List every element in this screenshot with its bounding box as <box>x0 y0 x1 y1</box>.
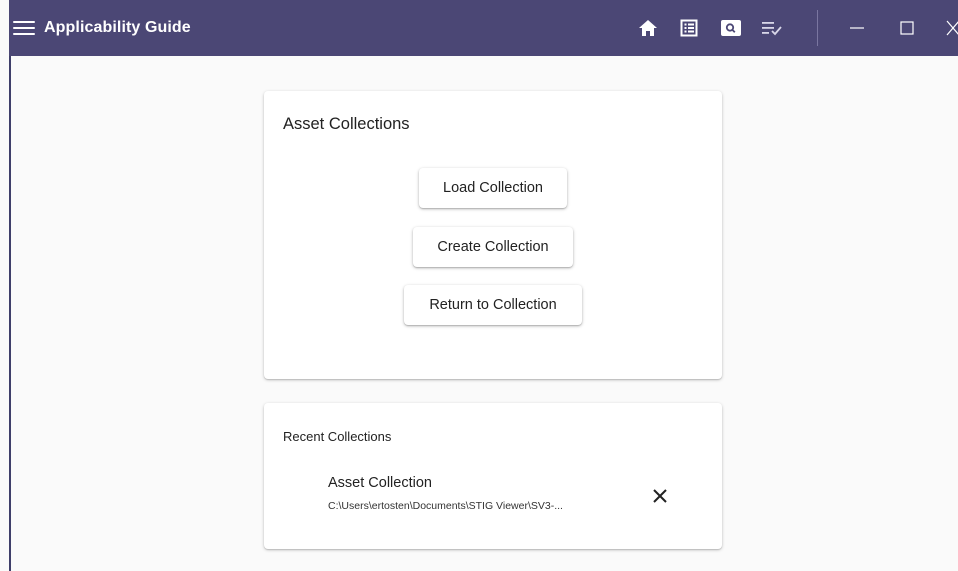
recent-collections-card: Recent Collections Asset Collection C:\U… <box>264 403 722 549</box>
asset-collections-card: Asset Collections Load Collection Create… <box>264 91 722 379</box>
toolbar-divider <box>817 10 818 46</box>
recent-collections-title: Recent Collections <box>283 429 392 444</box>
home-icon[interactable] <box>636 16 660 40</box>
app-bar: Applicability Guide <box>9 0 958 56</box>
return-to-collection-button[interactable]: Return to Collection <box>404 285 582 325</box>
recent-collection-path[interactable]: C:\Users\ertosten\Documents\STIG Viewer\… <box>328 500 563 512</box>
recent-collection-name[interactable]: Asset Collection <box>328 475 432 491</box>
maximize-icon[interactable] <box>895 16 919 40</box>
asset-collections-title: Asset Collections <box>283 115 410 133</box>
create-collection-button[interactable]: Create Collection <box>413 227 573 267</box>
minimize-icon[interactable] <box>845 16 869 40</box>
close-icon[interactable] <box>941 16 958 40</box>
load-collection-button[interactable]: Load Collection <box>419 168 567 208</box>
checklist-icon[interactable] <box>760 16 784 40</box>
window-border <box>9 0 11 571</box>
menu-icon[interactable] <box>13 19 35 37</box>
list-icon[interactable] <box>677 16 701 40</box>
app-window: Applicability Guide Asset Collections Lo… <box>0 0 958 571</box>
remove-recent-icon[interactable] <box>648 484 672 508</box>
search-box-icon[interactable] <box>719 16 743 40</box>
app-title: Applicability Guide <box>44 19 191 36</box>
